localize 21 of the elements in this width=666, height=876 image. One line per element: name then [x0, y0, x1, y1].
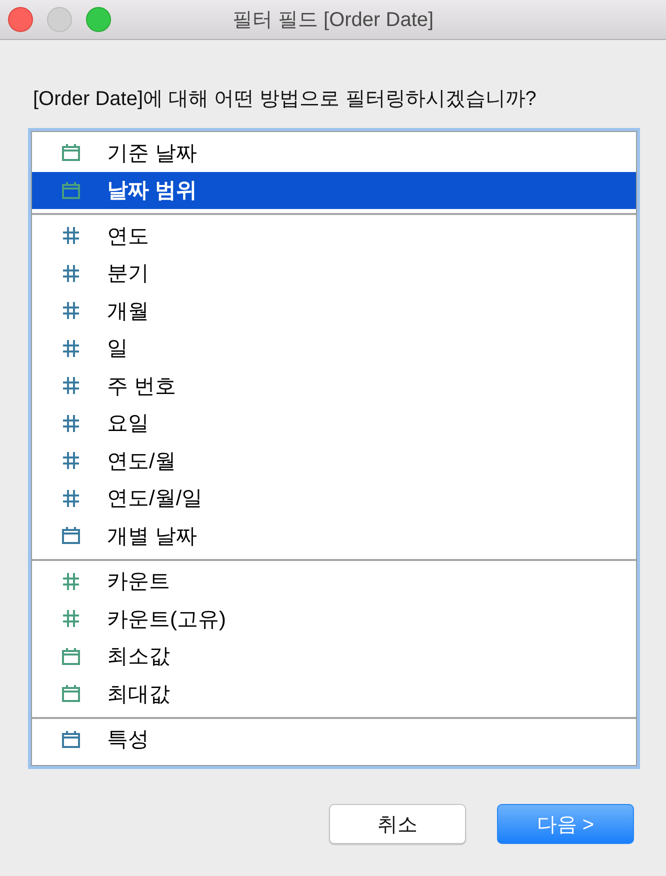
- list-item[interactable]: 일: [32, 330, 636, 367]
- zoom-button[interactable]: [86, 7, 111, 32]
- list-item[interactable]: 분기: [32, 254, 636, 292]
- list-item[interactable]: 연도: [32, 217, 636, 254]
- list-item[interactable]: 요일: [32, 404, 636, 442]
- list-item[interactable]: 날짜 범위: [32, 172, 636, 209]
- list-item[interactable]: 카운트(고유): [32, 600, 636, 638]
- prompt-text: [Order Date]에 대해 어떤 방법으로 필터링하시겠습니까?: [32, 87, 538, 112]
- list-item[interactable]: 연도/월/일: [32, 480, 636, 517]
- list-item[interactable]: 개월: [32, 292, 636, 330]
- cancel-button[interactable]: 취소: [329, 804, 466, 844]
- close-button[interactable]: [8, 7, 33, 32]
- list-item[interactable]: 기준 날짜: [32, 134, 636, 172]
- list-item[interactable]: 최대값: [32, 675, 636, 712]
- list-item[interactable]: 주 번호: [32, 367, 636, 404]
- list-item[interactable]: 연도/월: [32, 442, 636, 480]
- window-title: 필터 필드 [Order Date]: [232, 8, 434, 33]
- list-item[interactable]: 특성: [32, 720, 636, 758]
- list-item[interactable]: 카운트: [32, 562, 636, 600]
- list-item[interactable]: 최소값: [32, 638, 636, 675]
- list-item[interactable]: 개별 날짜: [32, 517, 636, 554]
